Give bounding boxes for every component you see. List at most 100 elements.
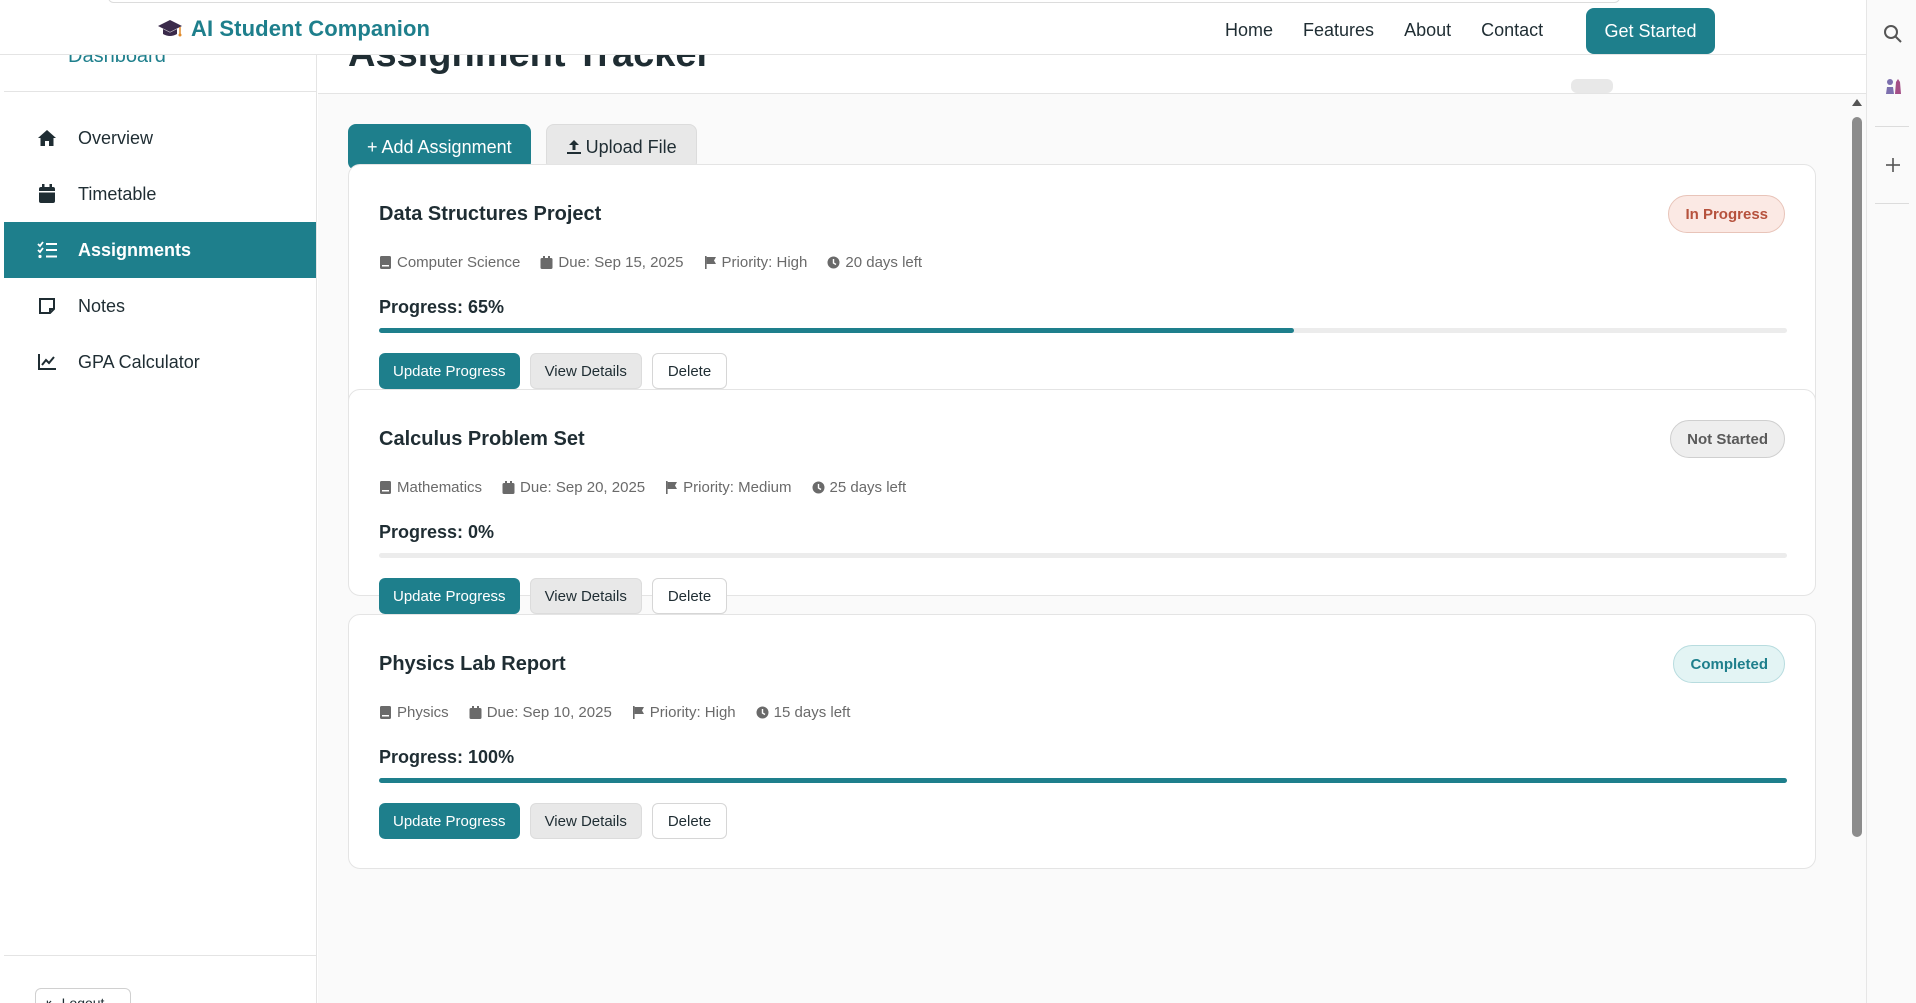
browser-side-rail (1866, 0, 1916, 1003)
scrollbar-thumb[interactable] (1852, 117, 1862, 837)
sidebar-item-gpa-calculator[interactable]: GPA Calculator (4, 334, 316, 390)
due-text: Due: Sep 10, 2025 (486, 704, 612, 721)
due-meta: Due: Sep 15, 2025 (540, 254, 684, 271)
sidebar-item-notes[interactable]: Notes (4, 278, 316, 334)
view-details-button[interactable]: View Details (529, 578, 642, 614)
home-icon (36, 127, 58, 149)
days-left-meta: 20 days left (827, 254, 922, 271)
top-navbar: AI Student Companion Home Features About… (0, 0, 1866, 55)
nav-link-features[interactable]: Features (1303, 20, 1374, 41)
status-badge: Not Started (1670, 420, 1785, 458)
assignment-card: Physics Lab Report Completed Physics Due… (348, 614, 1816, 869)
sidebar-item-label: Assignments (78, 239, 192, 260)
progress-bar (379, 328, 1787, 333)
sidebar-item-label: Overview (78, 127, 154, 148)
chess-pieces-icon[interactable] (1883, 76, 1903, 96)
assignment-meta: Computer Science Due: Sep 15, 2025 Prior… (379, 254, 922, 271)
assignment-card: Data Structures Project In Progress Comp… (348, 164, 1816, 419)
progress-bar (379, 778, 1787, 783)
update-progress-button[interactable]: Update Progress (379, 803, 520, 839)
delete-button[interactable]: Delete (651, 578, 728, 614)
main-content: Assignment Tracker + Add Assignment Uplo… (318, 55, 1866, 1003)
progress-label: Progress: 0% (379, 522, 495, 542)
delete-button[interactable]: Delete (651, 353, 728, 389)
calendar-icon (540, 256, 553, 269)
brand-logo[interactable]: AI Student Companion (157, 16, 430, 42)
get-started-button[interactable]: Get Started (1586, 8, 1715, 54)
clock-icon (827, 256, 840, 269)
subject-text: Mathematics (397, 479, 483, 496)
progress-fill (379, 328, 1295, 333)
browser-address-bar[interactable] (108, 0, 1620, 3)
days-left-text: 25 days left (829, 479, 907, 496)
clock-icon (812, 481, 824, 494)
sidebar-footer-divider (4, 955, 317, 956)
sidebar-item-assignments[interactable]: Assignments (4, 222, 316, 278)
nav-link-home[interactable]: Home (1225, 20, 1273, 41)
priority-text: Priority: High (721, 254, 808, 271)
sidebar: Dashboard Overview Timetable Assignments… (4, 55, 317, 1003)
assignment-meta: Mathematics Due: Sep 20, 2025 Priority: … (379, 479, 906, 496)
delete-button[interactable]: Delete (651, 803, 728, 839)
header-control[interactable] (1571, 79, 1613, 93)
subject-text: Physics (397, 704, 449, 721)
status-badge: Completed (1673, 645, 1785, 683)
logout-label: Logout (61, 995, 105, 1003)
sidebar-item-label: GPA Calculator (78, 351, 200, 372)
book-icon (380, 706, 391, 719)
flag-icon (666, 481, 678, 494)
view-details-button[interactable]: View Details (529, 803, 642, 839)
priority-text: Priority: Medium (683, 479, 792, 496)
calendar-icon (36, 183, 58, 205)
due-text: Due: Sep 20, 2025 (520, 479, 646, 496)
progress-fill (379, 778, 1787, 783)
update-progress-button[interactable]: Update Progress (379, 578, 520, 614)
days-left-text: 20 days left (845, 254, 923, 271)
subject-meta: Mathematics (379, 479, 482, 496)
page-header: Assignment Tracker (318, 55, 1866, 94)
progress-bar (379, 553, 1787, 558)
assignment-title: Calculus Problem Set (379, 428, 585, 450)
sidebar-item-label: Notes (78, 295, 126, 316)
clock-icon (756, 706, 769, 719)
book-icon (380, 481, 391, 494)
checklist-icon (36, 239, 58, 261)
chart-line-icon (36, 351, 58, 373)
priority-meta: Priority: High (632, 704, 736, 721)
logout-button[interactable]: ⇤ Logout (35, 988, 131, 1003)
sidebar-header: Dashboard (4, 55, 316, 92)
view-details-button[interactable]: View Details (529, 353, 642, 389)
logout-icon: ⇤ (46, 995, 58, 1003)
days-left-meta: 25 days left (812, 479, 907, 496)
sidebar-item-label: Timetable (78, 183, 157, 204)
calendar-icon (502, 481, 515, 494)
card-actions: Update Progress View Details Delete (379, 353, 728, 389)
flag-icon (632, 706, 644, 719)
update-progress-button[interactable]: Update Progress (379, 353, 520, 389)
sidebar-title: Dashboard (68, 55, 166, 67)
assignment-title: Data Structures Project (379, 203, 602, 225)
graduation-cap-icon (158, 20, 182, 37)
sidebar-nav: Overview Timetable Assignments Notes GPA… (4, 110, 316, 390)
scroll-up-arrow[interactable] (1851, 98, 1863, 108)
assignment-title: Physics Lab Report (379, 653, 566, 675)
search-icon[interactable] (1883, 24, 1903, 44)
plus-icon[interactable] (1883, 155, 1903, 175)
nav-link-about[interactable]: About (1404, 20, 1451, 41)
due-meta: Due: Sep 20, 2025 (502, 479, 645, 496)
days-left-meta: 15 days left (756, 704, 850, 721)
priority-meta: Priority: Medium (665, 479, 792, 496)
plus-icon: + (367, 136, 378, 157)
priority-meta: Priority: High (704, 254, 808, 271)
card-actions: Update Progress View Details Delete (379, 803, 728, 839)
card-actions: Update Progress View Details Delete (379, 578, 728, 614)
flag-icon (704, 256, 716, 269)
note-icon (36, 295, 58, 317)
nav-link-contact[interactable]: Contact (1481, 20, 1543, 41)
sidebar-item-overview[interactable]: Overview (4, 110, 316, 166)
progress-label: Progress: 65% (379, 297, 505, 317)
page-title: Assignment Tracker (348, 55, 711, 76)
sidebar-item-timetable[interactable]: Timetable (4, 166, 316, 222)
upload-file-label: Upload File (585, 136, 677, 157)
rail-divider (1875, 203, 1909, 204)
